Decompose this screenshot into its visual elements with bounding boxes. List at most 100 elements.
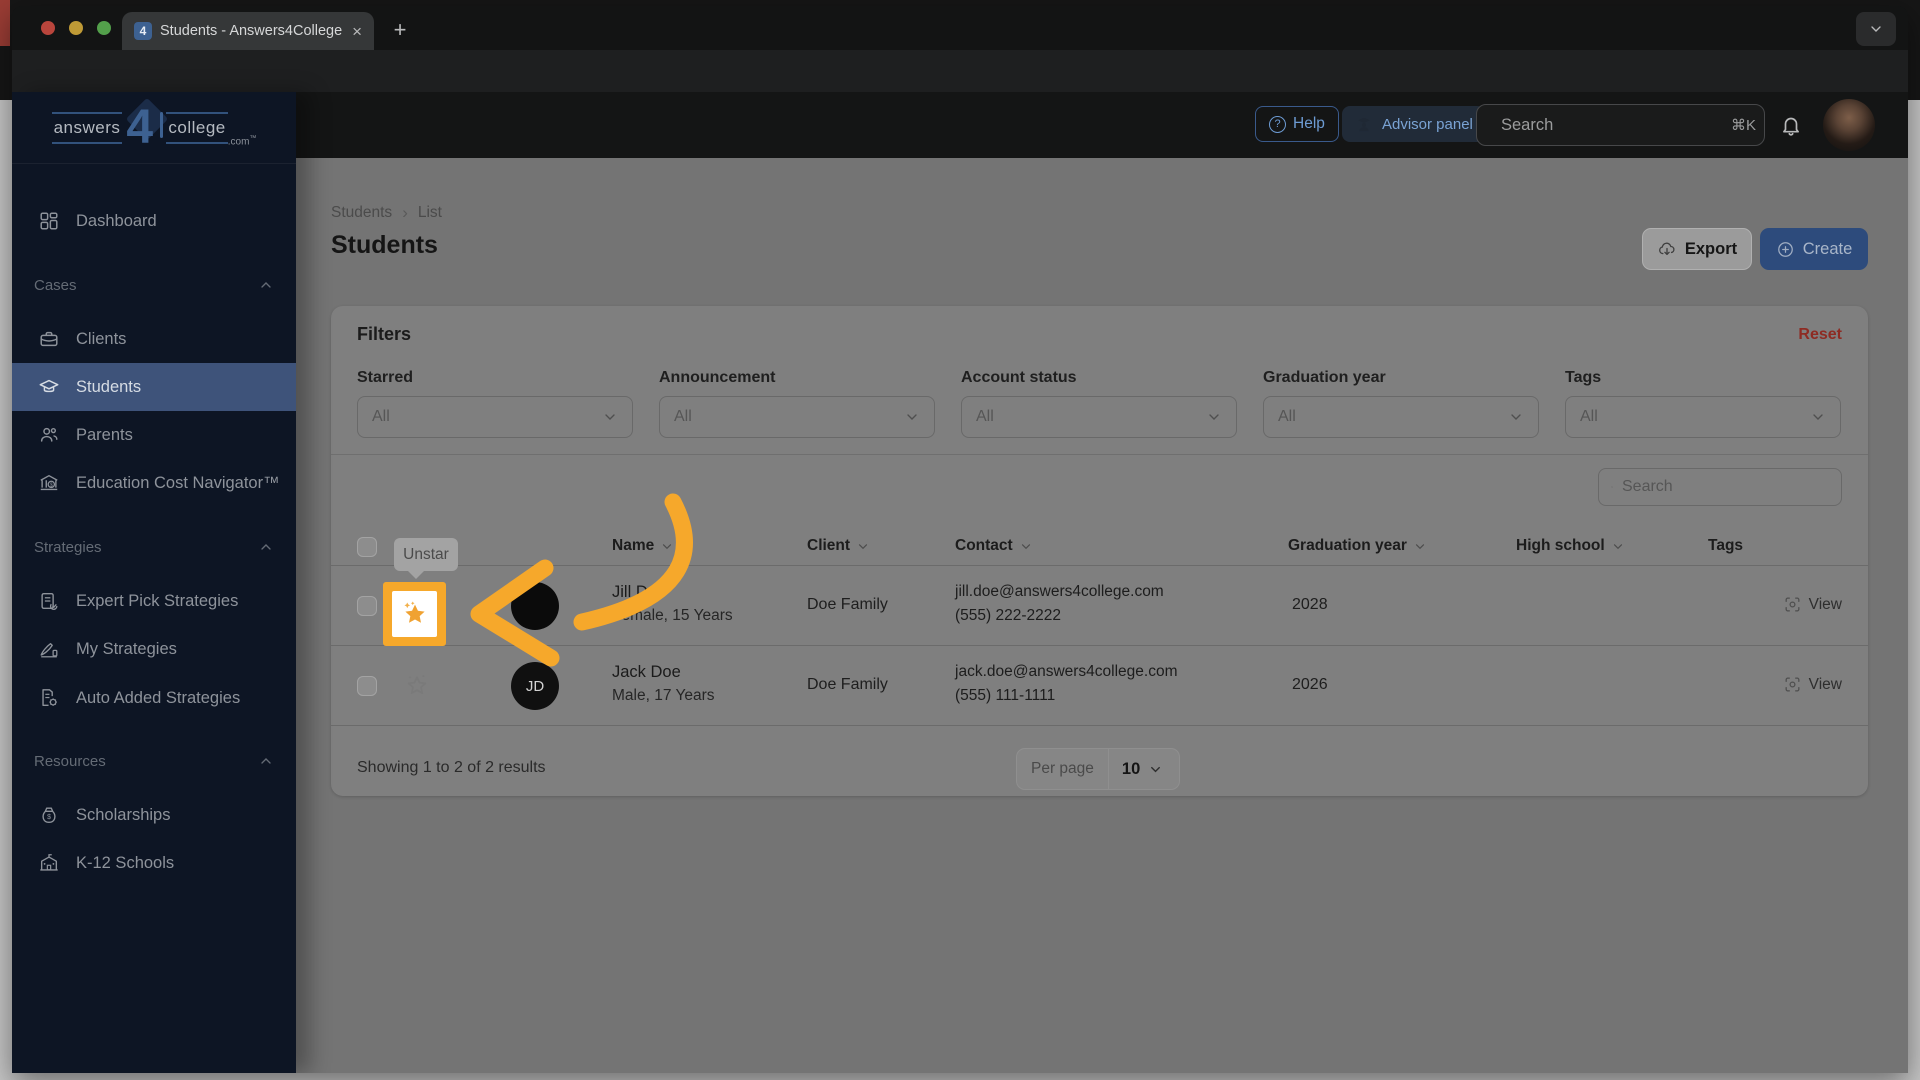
bank-dollar-icon: $ [40,474,58,491]
graduation-year-cell: 2026 [1292,676,1328,693]
sidebar-item-label: Expert Pick Strategies [76,591,239,610]
breadcrumb-students[interactable]: Students [331,204,392,222]
filter-select-announcement[interactable]: All [659,396,935,438]
sidebar-section-strategies[interactable]: Strategies [12,533,296,561]
advisor-panel-button[interactable]: Advisor panel [1342,106,1485,142]
sidebar-item-scholarships[interactable]: $ Scholarships [12,792,296,838]
sidebar-item-label: Parents [76,425,133,444]
filter-select-starred[interactable]: All [357,396,633,438]
sidebar-item-parents[interactable]: Parents [12,412,296,458]
row-checkbox[interactable] [357,596,377,616]
chevron-down-icon [1209,414,1219,420]
view-eye-icon [1785,677,1800,692]
app-logo[interactable]: answers 4 college .com™ [12,92,296,164]
sidebar-item-my-strategies[interactable]: My Strategies [12,626,296,672]
chevron-up-icon [261,544,271,550]
tab-title: Students - Answers4College [160,23,343,39]
help-button[interactable]: ? Help [1255,106,1339,142]
student-name[interactable]: Jack Doe [612,663,715,682]
sidebar-item-students[interactable]: Students [12,363,296,411]
briefcase-icon [40,331,58,347]
global-search-input[interactable] [1501,115,1721,135]
sidebar-item-clients[interactable]: Clients [12,316,296,362]
per-page-control[interactable]: Per page 10 [1016,748,1180,790]
sidebar-item-education-cost-navigator[interactable]: $ Education Cost Navigator™ [12,460,296,506]
dashboard-icon [40,212,58,230]
select-value: All [1278,408,1296,425]
export-button[interactable]: Export [1642,228,1752,270]
section-divider [331,454,1868,455]
sidebar-item-auto-added-strategies[interactable]: Auto Added Strategies [12,675,296,721]
filters-title: Filters [357,324,412,344]
graduation-year-cell: 2028 [1292,596,1328,613]
logo-graduation-cap-icon: 4 [124,97,169,154]
column-header-contact[interactable]: Contact [955,537,1033,555]
row-checkbox[interactable] [357,676,377,696]
sidebar: answers 4 college .com™ Dashboard Cases [12,92,296,1073]
sidebar-item-label: Auto Added Strategies [76,688,241,707]
table-row-jack-doe[interactable]: JD Jack Doe Male, 17 Years Doe Family ja… [331,646,1868,726]
search-icon [1611,486,1613,488]
column-header-name[interactable]: Name [612,537,674,555]
filter-select-tags[interactable]: All [1565,396,1841,438]
sidebar-section-resources[interactable]: Resources [12,747,296,775]
filter-label-starred: Starred [357,369,414,386]
browser-tab[interactable]: 4 Students - Answers4College × [122,12,374,50]
chevron-down-icon [605,414,615,420]
select-all-checkbox[interactable] [357,537,377,557]
table-row-jill-doe[interactable]: Jill Doe Female, 15 Years Doe Family jil… [331,566,1868,646]
advisor-grad-person-icon [1358,117,1370,132]
tab-close-icon[interactable]: × [352,23,362,40]
select-value: All [674,408,692,425]
desktop-wallpaper-sliver [0,0,10,46]
minimize-window-button[interactable] [69,21,83,35]
people-icon [40,427,58,442]
star-starred-button[interactable] [392,591,437,637]
sidebar-item-label: Scholarships [76,805,171,824]
page-title: Students [331,231,438,259]
filters-reset-link[interactable]: Reset [1798,326,1842,344]
filter-label-account-status: Account status [961,369,1077,386]
svg-text:$: $ [47,814,51,821]
sidebar-item-label: Clients [76,329,127,348]
sidebar-item-k12-schools[interactable]: K-12 Schools [12,840,296,886]
table-search-input[interactable] [1622,478,1829,496]
per-page-select[interactable]: 10 [1109,749,1176,789]
chevron-down-icon [1813,414,1823,420]
column-header-graduation-year[interactable]: Graduation year [1288,537,1427,555]
help-label: Help [1293,115,1325,132]
unstar-tooltip: Unstar [394,538,458,579]
filter-select-account-status[interactable]: All [961,396,1237,438]
filter-select-graduation-year[interactable]: All [1263,396,1539,438]
sidebar-item-dashboard[interactable]: Dashboard [12,198,296,244]
star-unstarred-icon[interactable] [403,672,431,700]
notification-bell-icon[interactable] [1779,113,1803,137]
app-header: ? Help Advisor panel ⌘K [296,92,1908,158]
sidebar-item-expert-pick-strategies[interactable]: Expert Pick Strategies [12,578,296,624]
sidebar-section-label: Strategies [34,538,102,556]
email: jill.doe@answers4college.com [955,583,1164,600]
select-value: All [372,408,390,425]
logo-word-college: college [166,111,228,144]
view-button[interactable]: View [1783,675,1842,694]
new-tab-button[interactable]: + [384,14,416,46]
column-header-client[interactable]: Client [807,537,870,555]
global-search[interactable]: ⌘K [1476,104,1765,146]
create-button[interactable]: Create [1760,228,1868,270]
column-header-high-school[interactable]: High school [1516,537,1625,555]
student-name[interactable]: Jill Doe [612,583,733,602]
tab-overflow-button[interactable] [1856,12,1896,46]
close-window-button[interactable] [41,21,55,35]
avatar-initials: JD [511,662,559,710]
highlight-frame [383,582,446,646]
sidebar-section-label: Cases [34,276,77,294]
logo-word-answers: answers [51,111,123,144]
user-avatar[interactable] [1823,99,1875,151]
screenshot-root: 4 Students - Answers4College × + app.ans… [0,0,1920,1080]
zoom-window-button[interactable] [97,21,111,35]
column-header-tags: Tags [1708,537,1744,554]
view-button[interactable]: View [1783,595,1842,614]
sidebar-section-cases[interactable]: Cases [12,271,296,299]
client-cell: Doe Family [807,596,888,613]
table-search[interactable] [1598,468,1842,506]
